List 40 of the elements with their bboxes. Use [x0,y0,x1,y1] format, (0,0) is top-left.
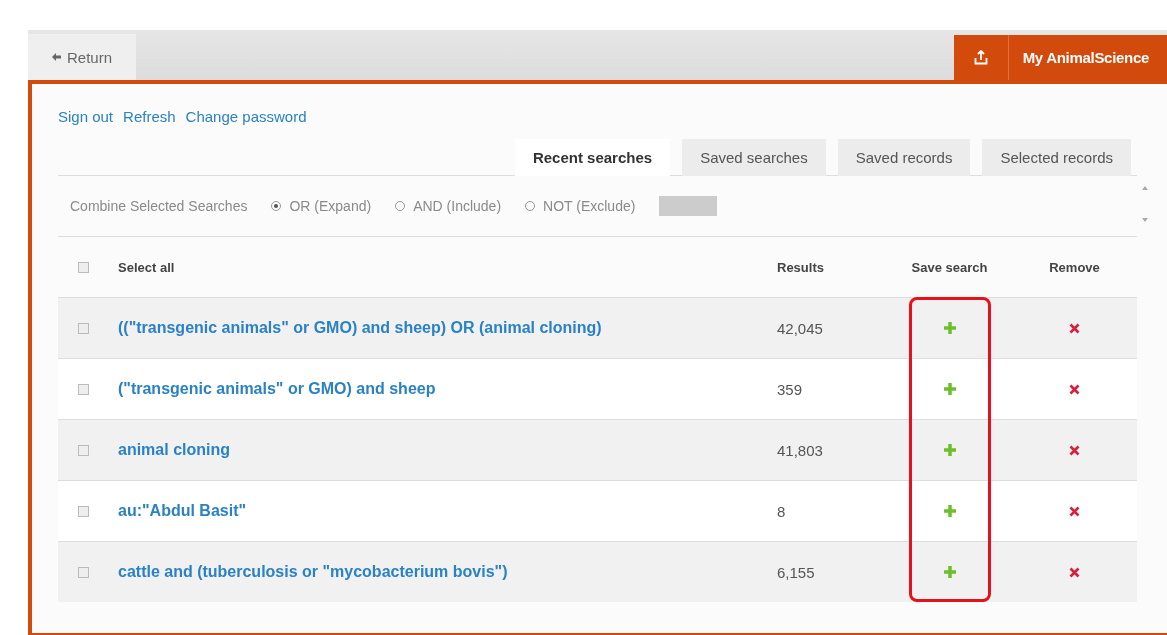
checkbox[interactable] [78,322,89,334]
checkbox[interactable] [78,383,89,395]
close-icon[interactable] [1069,505,1080,517]
tab[interactable]: Selected records [982,139,1131,176]
column-header: Save search [911,259,988,275]
close-icon[interactable] [1069,566,1080,578]
close-icon[interactable] [1069,444,1080,456]
back-arrow-icon [52,53,61,61]
search-query-link[interactable]: ("transgenic animals" or GMO) and sheep [118,380,436,398]
tab[interactable]: Recent searches [514,139,671,176]
plus-icon[interactable] [942,443,957,457]
column-header: Remove [1049,259,1100,275]
checkbox[interactable] [78,566,89,578]
tab[interactable]: Saved records [837,139,971,176]
tab[interactable]: Saved searches [682,139,826,176]
checkbox[interactable] [78,505,89,517]
account-link[interactable]: Sign out [58,108,114,125]
close-icon[interactable] [1069,383,1080,395]
search-query-link[interactable]: cattle and (tuberculosis or "mycobacterium bovis") [118,563,508,581]
upload-icon [973,50,988,65]
plus-icon[interactable] [942,321,957,335]
account-link[interactable]: Change password [185,108,307,125]
combine-label: Combine Selected Searches [70,198,248,214]
results-count: 41,803 [777,441,823,459]
results-count: 42,045 [777,319,823,337]
column-header[interactable]: Select all [118,259,175,275]
close-icon[interactable] [1069,322,1080,334]
account-link[interactable]: Refresh [123,108,176,125]
search-query-link[interactable]: animal cloning [118,441,230,459]
plus-icon[interactable] [942,504,957,518]
plus-icon[interactable] [942,565,957,579]
column-header: Results [777,259,824,275]
search-query-link[interactable]: au:"Abdul Basit" [118,502,247,520]
results-count: 8 [777,502,786,520]
checkbox[interactable] [78,444,89,456]
results-count: 6,155 [777,563,815,581]
return-tab[interactable]: Return [28,34,137,80]
checkbox[interactable] [78,261,89,273]
plus-icon[interactable] [942,382,957,396]
results-count: 359 [777,380,803,398]
